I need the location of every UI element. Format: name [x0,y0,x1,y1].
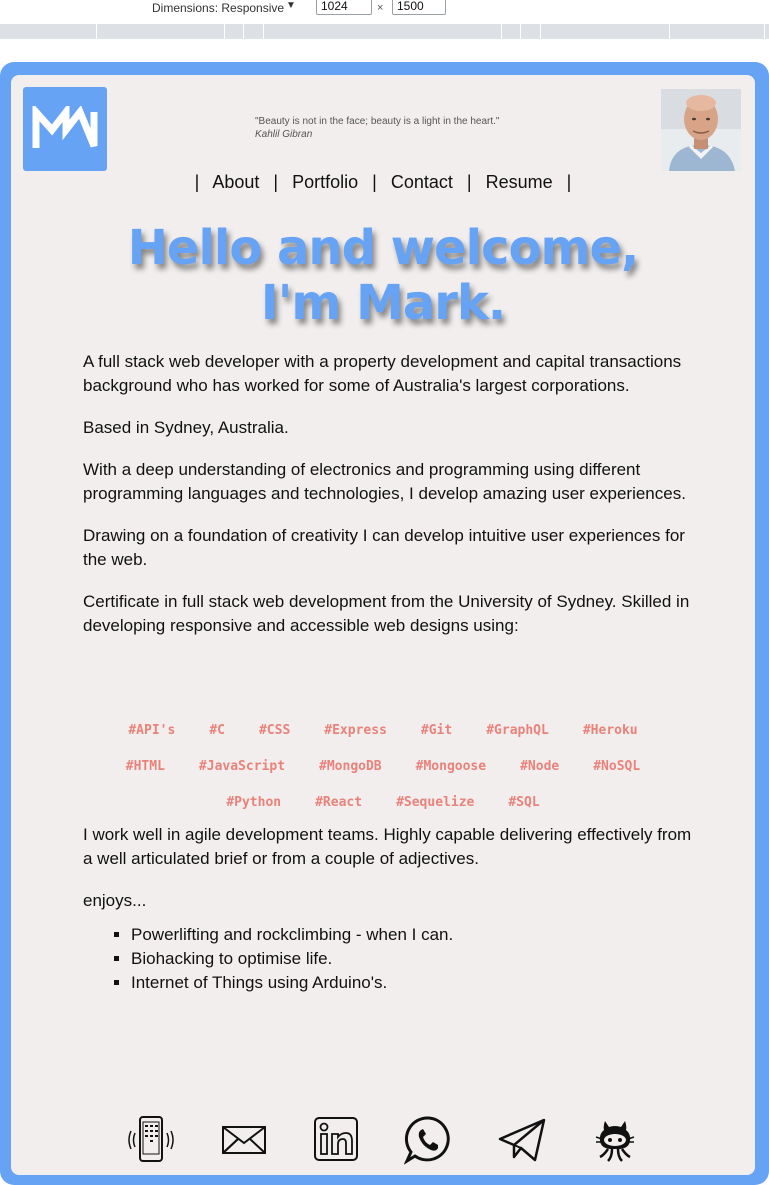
skill-tag: #NoSQL [593,758,641,774]
height-input[interactable]: 1500 [392,0,446,15]
linkedin-icon[interactable] [311,1115,361,1165]
mw-logo[interactable] [23,87,107,171]
skill-tag: #SQL [508,794,540,810]
dimensions-select[interactable]: Dimensions: Responsive [152,1,284,15]
social-links [11,1115,755,1167]
nav-separator: | [273,172,279,192]
email-icon[interactable] [219,1115,269,1165]
hero-line-2: I'm Mark. [260,275,506,331]
tag-row: #Python #React #Sequelize #SQL [73,784,693,820]
telegram-icon[interactable] [497,1115,547,1165]
nav-resume[interactable]: Resume [486,172,553,192]
skill-tag: #Express [324,722,387,738]
about-paragraph: Certificate in full stack web developmen… [83,592,690,635]
skill-tag: #Git [420,722,453,738]
quote-text: "Beauty is not in the face; beauty is a … [255,116,500,127]
enjoys-heading: enjoys... [83,891,147,910]
skill-tag: #Python [226,794,282,810]
list-item: Powerlifting and rockclimbing - when I c… [131,923,693,947]
header-quote: "Beauty is not in the face; beauty is a … [255,115,499,141]
skill-tag: #API's [128,722,176,738]
about-section: A full stack web developer with a proper… [83,350,693,656]
skills-tags: #API's #C #CSS #Express #Git #GraphQL #H… [73,712,693,820]
quote-author: Kahlil Gibran [255,129,313,140]
skill-tag: #HTML [125,758,165,774]
media-query-ruler[interactable] [0,24,769,39]
hero-heading: Hello and welcome, I'm Mark. [11,221,755,331]
skill-tag: #Sequelize [396,794,475,810]
page-container: "Beauty is not in the face; beauty is a … [11,75,755,1175]
skill-tag: #C [209,722,225,738]
site-frame: "Beauty is not in the face; beauty is a … [0,62,769,1185]
nav-separator: | [466,172,472,192]
nav-about[interactable]: About [212,172,259,192]
skill-tag: #React [315,794,363,810]
about-paragraph: With a deep understanding of electronics… [83,460,686,503]
list-item: Biohacking to optimise life. [131,947,693,971]
whatsapp-icon[interactable] [404,1115,454,1165]
about-paragraph: A full stack web developer with a proper… [83,352,682,395]
tag-row: #API's #C #CSS #Express #Git #GraphQL #H… [73,712,693,748]
about-paragraph: Based in Sydney, Australia. [83,418,289,437]
nav-portfolio[interactable]: Portfolio [292,172,358,192]
dropdown-arrow-icon[interactable]: ▼ [286,0,296,11]
skill-tag: #CSS [258,722,291,738]
skill-tag: #Mongoose [415,758,487,774]
devtools-toolbar: Dimensions: Responsive ▼ 1024 × 1500 [0,0,769,20]
avatar [661,89,741,171]
skill-tag: #Heroku [582,722,638,738]
times-label: × [377,2,384,14]
github-icon[interactable] [590,1115,640,1165]
more-section: I work well in agile development teams. … [83,823,693,995]
teamwork-paragraph: I work well in agile development teams. … [83,825,692,868]
skill-tag: #Node [520,758,560,774]
main-nav: | About | Portfolio | Contact | Resume | [11,172,755,193]
phone-icon[interactable] [126,1115,176,1165]
logo-mark-icon [32,106,98,148]
hero-line-1: Hello and welcome, [127,220,640,276]
skill-tag: #MongoDB [319,758,382,774]
width-input[interactable]: 1024 [316,0,372,15]
skill-tag: #GraphQL [486,722,549,738]
nav-separator: | [566,172,572,192]
tag-row: #HTML #JavaScript #MongoDB #Mongoose #No… [73,748,693,784]
enjoys-list: Powerlifting and rockclimbing - when I c… [83,923,693,995]
list-item: Internet of Things using Arduino's. [131,971,693,995]
skill-tag: #JavaScript [198,758,286,774]
about-paragraph: Drawing on a foundation of creativity I … [83,526,685,569]
nav-contact[interactable]: Contact [391,172,453,192]
nav-separator: | [194,172,200,192]
nav-separator: | [372,172,377,192]
